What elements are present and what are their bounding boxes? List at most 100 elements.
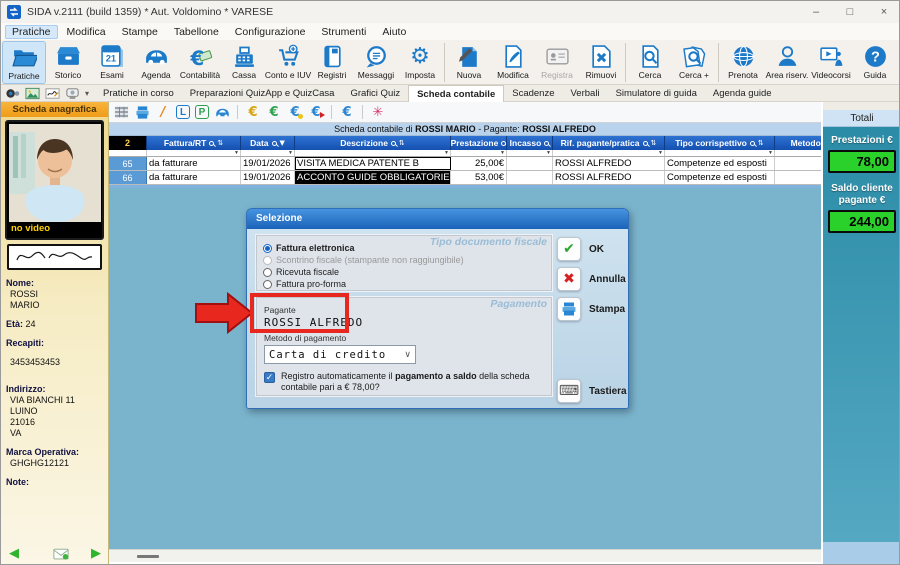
column-data[interactable]: Data▼ [241,136,295,150]
filter-cell[interactable]: ▼ [507,150,553,156]
column-tipo-corrispettivo[interactable]: Tipo corrispettivo⇅ [665,136,775,150]
euro-storno-icon[interactable]: € [308,104,324,120]
column-metodo[interactable]: Metodo di pagamento [775,136,821,150]
signature-icon[interactable] [45,86,60,101]
radio-icon[interactable] [263,268,272,277]
cell-tipo[interactable]: Competenze ed esposti [665,171,775,184]
grid-icon[interactable] [113,104,129,120]
menu-modifica[interactable]: Modifica [60,25,113,39]
cell-incasso[interactable] [507,157,553,170]
toolbar-button-area-riservata[interactable]: Area riserv. [765,41,809,84]
mail-icon[interactable] [53,548,69,561]
letter-l-badge-icon[interactable]: L [176,105,190,119]
checkbox-icon[interactable]: ✓ [264,372,275,383]
cell-metodo[interactable] [775,171,821,184]
dialog-title[interactable]: Selezione [247,209,628,229]
tab-grafici-quiz[interactable]: Grafici Quiz [342,86,408,101]
registra-pagamento-checkbox-row[interactable]: ✓ Registro automaticamente il pagamento … [264,371,548,393]
radio-icon[interactable] [263,244,272,253]
horizontal-scrollbar[interactable] [109,549,821,562]
toolbar-button-cassa[interactable]: Cassa [222,41,266,84]
toolbar-button-nuova[interactable]: Nuova [447,41,491,84]
toolbar-button-messaggi[interactable]: Messaggi [354,41,398,84]
cell-metodo[interactable] [775,157,821,170]
minimize-icon[interactable]: – [799,1,833,23]
tab-scadenze[interactable]: Scadenze [504,86,562,101]
table-corner-cell[interactable]: 2 [109,136,147,150]
cell-prestazione[interactable]: 53,00€ [451,171,507,184]
cell-data[interactable]: 19/01/2026 [241,171,295,184]
maximize-icon[interactable]: □ [833,1,867,23]
close-icon[interactable]: × [867,1,900,23]
toolbar-button-contabilita[interactable]: € Contabilità [178,41,222,84]
asterisk-icon[interactable]: ✳ [370,104,386,120]
metodo-pagamento-select[interactable]: Carta di credito ∨ [264,345,416,364]
table-row[interactable]: 65 da fatturare 19/01/2026 VISITA MEDICA… [109,157,821,171]
tab-preparazioni-quiz[interactable]: Preparazioni QuizApp e QuizCasa [182,86,343,101]
tab-scheda-contabile[interactable]: Scheda contabile [408,85,504,102]
euro-incasso-icon[interactable]: € [287,104,303,120]
toolbar-button-prenota[interactable]: Prenota [721,41,765,84]
filter-cell[interactable]: ▼ [553,150,665,156]
arrow-left-icon[interactable]: ◀ [9,547,19,561]
column-incasso[interactable]: Incasso [507,136,553,150]
menu-tabellone[interactable]: Tabellone [167,25,226,39]
row-number[interactable]: 65 [109,157,147,170]
cell-incasso[interactable] [507,171,553,184]
cell-descrizione-selected[interactable]: ACCONTO GUIDE OBBLIGATORIE [295,171,451,184]
toolbar-button-cerca[interactable]: Cerca [628,41,672,84]
cell-rif-pagante[interactable]: ROSSI ALFREDO [553,157,665,170]
filter-cell[interactable]: ▼ [295,150,451,156]
toolbar-button-storico[interactable]: Storico [46,41,90,84]
cell-fattura[interactable]: da fatturare [147,157,241,170]
tab-verbali[interactable]: Verbali [563,86,608,101]
cell-prestazione[interactable]: 25,00€ [451,157,507,170]
menu-pratiche[interactable]: Pratiche [5,25,58,39]
arrow-right-icon[interactable]: ▶ [91,547,101,561]
menu-aiuto[interactable]: Aiuto [375,25,413,39]
cell-tipo[interactable]: Competenze ed esposti [665,157,775,170]
tastiera-button[interactable]: ⌨ Tastiera [557,379,627,403]
euro-plain-icon[interactable]: € [339,104,355,120]
filter-cell[interactable]: ▼ [241,150,295,156]
cell-fattura[interactable]: da fatturare [147,171,241,184]
toolbar-button-agenda[interactable]: Agenda [134,41,178,84]
toolbar-button-rimuovi[interactable]: Rimuovi [579,41,623,84]
letter-p-badge-icon[interactable]: P [195,105,209,119]
column-prestazione[interactable]: Prestazione [451,136,507,150]
radio-ricevuta-fiscale[interactable]: Ricevuta fiscale [263,267,339,277]
toolbar-button-cerca-plus[interactable]: Cerca + [672,41,716,84]
toolbar-button-pratiche[interactable]: Pratiche [2,41,46,84]
cell-descrizione[interactable]: VISITA MEDICA PATENTE B [295,157,451,170]
filter-cell[interactable]: ▼ [147,150,241,156]
row-number[interactable]: 66 [109,171,147,184]
column-descrizione[interactable]: Descrizione⇅ [295,136,451,150]
toolbar-button-registri[interactable]: Registri [310,41,354,84]
record-icon[interactable] [5,86,20,101]
ok-button[interactable]: ✔ OK [557,237,604,261]
slash-icon[interactable]: / [155,104,171,120]
menu-configurazione[interactable]: Configurazione [228,25,313,39]
toolbar-button-videocorsi[interactable]: Videocorsi [809,41,853,84]
radio-fattura-elettronica[interactable]: Fattura elettronica [263,243,355,253]
car-small-icon[interactable] [214,104,230,120]
radio-fattura-proforma[interactable]: Fattura pro-forma [263,279,346,289]
stampa-button[interactable]: Stampa [557,297,625,321]
toolbar-button-modifica[interactable]: Modifica [491,41,535,84]
euro-green-icon[interactable]: € [266,104,282,120]
annulla-button[interactable]: ✖ Annulla [557,267,626,291]
column-rif-pagante[interactable]: Rif. pagante/pratica⇅ [553,136,665,150]
column-fattura[interactable]: Fattura/RT⇅ [147,136,241,150]
cell-rif-pagante[interactable]: ROSSI ALFREDO [553,171,665,184]
webcam-icon[interactable] [65,86,80,101]
filter-cell[interactable]: ▼ [775,150,821,156]
table-row[interactable]: 66 da fatturare 19/01/2026 ACCONTO GUIDE… [109,171,821,185]
toolbar-button-guida[interactable]: ? Guida [853,41,897,84]
menu-strumenti[interactable]: Strumenti [314,25,373,39]
print-icon[interactable] [134,104,150,120]
tab-pratiche-in-corso[interactable]: Pratiche in corso [95,86,182,101]
chevron-down-icon[interactable]: ▾ [85,89,89,98]
tab-agenda-guide[interactable]: Agenda guide [705,86,780,101]
cell-data[interactable]: 19/01/2026 [241,157,295,170]
filter-cell[interactable]: ▼ [665,150,775,156]
